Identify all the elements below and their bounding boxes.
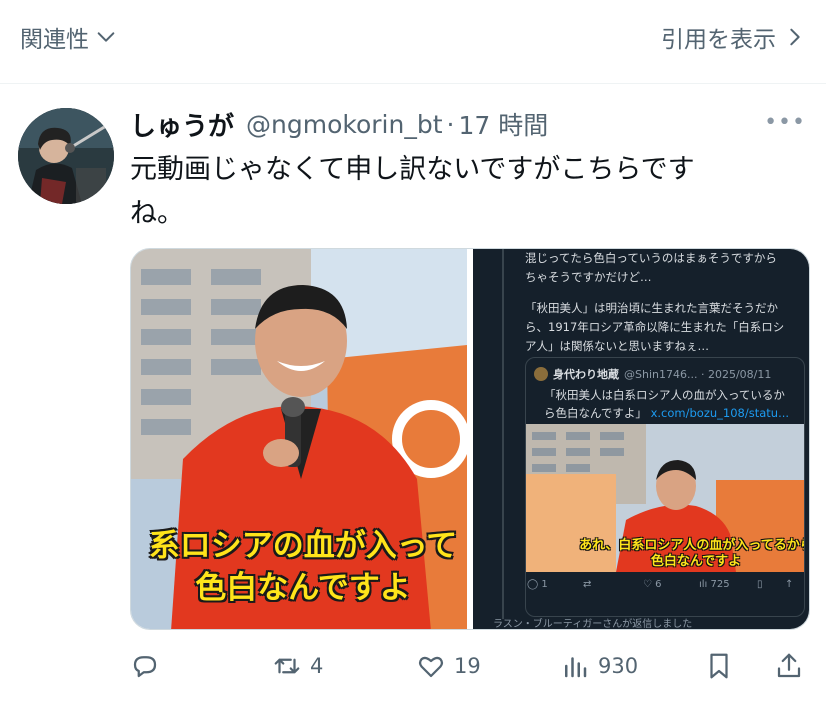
retweet-icon: [274, 658, 300, 674]
view-quotes-label: 引用を表示: [661, 27, 776, 53]
quoted-image: あれ、白系ロシア人の血が入ってるから 色白なんですよ: [526, 424, 804, 572]
screenshot-bookmark-icon: ▯: [757, 579, 763, 590]
reply-icon: [133, 656, 157, 678]
quoted-text-line: 「秋田美人は白系ロシア人の血が入っているか: [544, 388, 785, 402]
quoted-text-fragment: ら色白なんですよ」: [544, 406, 647, 420]
screenshot-retweet-icon: ⇄: [583, 579, 592, 590]
screenshot-text: 混じってたら色白っていうのはまぁそうですから ちゃそうですかだけど… 「秋田美人…: [525, 249, 805, 356]
views-icon: [565, 657, 587, 678]
screenshot-like-value: 6: [655, 579, 662, 590]
views-count: 930: [598, 654, 639, 678]
media-image-left[interactable]: 系ロシアの血が入って 色白なんですよ: [131, 249, 467, 629]
screenshot-views-count: ılı 725: [699, 579, 730, 590]
avatar[interactable]: [18, 108, 114, 204]
view-quotes-link[interactable]: 引用を表示: [661, 20, 804, 54]
quoted-tweet: 身代わり地蔵 @Shin1746... · 2025/08/11 「秋田美人は白…: [525, 357, 805, 617]
caption-line: 色白なんですよ: [195, 570, 411, 606]
screenshot-text-line: 混じってたら色白っていうのはまぁそうですから: [525, 251, 777, 265]
like-icon: [418, 656, 444, 678]
sort-label: 関連性: [20, 27, 89, 53]
quoted-link: x.com/bozu_108/statu...: [650, 406, 790, 420]
like-count: 19: [454, 654, 481, 678]
chevron-right-icon: [790, 28, 800, 46]
sort-relevance-button[interactable]: 関連性: [20, 20, 117, 54]
conversation-header: 関連性 引用を表示: [0, 0, 826, 84]
reply-button[interactable]: [130, 646, 168, 686]
more-icon[interactable]: •••: [764, 110, 806, 135]
chevron-down-icon: [97, 32, 115, 42]
user-handle[interactable]: @ngmokorin_bt: [246, 110, 442, 139]
screenshot-text-line: ア人」は関係ないと思いますねぇ…: [525, 339, 709, 353]
quoted-name: 身代わり地蔵: [553, 368, 619, 381]
quoted-text: 「秋田美人は白系ロシア人の血が入っているか ら色白なんですよ」 x.com/bo…: [544, 386, 804, 422]
bookmark-icon: [710, 653, 728, 679]
tweet-text-line: ね。: [130, 198, 184, 229]
tweet-action-bar: 4 19 930: [130, 646, 810, 686]
views-button[interactable]: 930: [560, 646, 638, 686]
screenshot-share-icon: ↑: [785, 579, 794, 590]
bookmark-button[interactable]: [704, 646, 734, 686]
caption-line: 色白なんですよ: [650, 554, 742, 569]
screenshot-text-line: ら、1917年ロシア革命以降に生まれた「白系ロシ: [525, 320, 785, 334]
quoted-avatar: [534, 367, 548, 381]
quoted-video-caption: あれ、白系ロシア人の血が入ってるから 色白なんですよ: [566, 538, 804, 570]
screenshot-reply-count: ◯ 1: [527, 579, 548, 590]
tweet-text: 元動画じゃなくて申し訳ないですがこちらです ね。: [130, 148, 790, 236]
screenshot-reply-notice: ラスン・ブルーティガーさんが返信しました: [493, 619, 693, 630]
share-button[interactable]: [774, 646, 804, 686]
screenshot-like-count: ♡ 6: [643, 579, 662, 590]
quoted-handle: @Shin1746... · 2025/08/11: [624, 367, 772, 381]
retweet-button[interactable]: 4: [272, 646, 323, 686]
media-image-right[interactable]: 混じってたら色白っていうのはまぁそうですから ちゃそうですかだけど… 「秋田美人…: [473, 249, 809, 630]
timestamp[interactable]: 17 時間: [458, 106, 548, 142]
screenshot-reply-value: 1: [541, 579, 548, 590]
separator-dot: ·: [446, 109, 455, 139]
screenshot-text-line: 「秋田美人」は明治頃に生まれた言葉だそうだか: [525, 301, 778, 315]
quoted-text-line: ら色白なんですよ」 x.com/bozu_108/statu...: [544, 404, 804, 422]
video-caption: 系ロシアの血が入って 色白なんですよ: [131, 525, 467, 609]
display-name[interactable]: しゅうが: [130, 106, 234, 143]
screenshot-text-line: ちゃそうですかだけど…: [525, 270, 652, 284]
like-button[interactable]: 19: [416, 646, 481, 686]
media-grid: 系ロシアの血が入って 色白なんですよ 混じってたら色白っていうのはまぁそうですか…: [130, 248, 810, 630]
caption-line: あれ、白系ロシア人の血が入ってるから: [579, 538, 804, 553]
tweet-header: しゅうが @ngmokorin_bt · 17 時間 •••: [130, 104, 806, 144]
caption-line: 系ロシアの血が入って: [148, 528, 458, 564]
quoted-tweet-header: 身代わり地蔵 @Shin1746... · 2025/08/11: [534, 366, 771, 382]
retweet-count: 4: [310, 654, 324, 678]
screenshot-text-line: [525, 287, 805, 299]
share-icon: [777, 653, 801, 678]
avatar-image: [18, 108, 114, 204]
screenshot-views-value: 725: [710, 579, 730, 590]
tweet-text-line: 元動画じゃなくて申し訳ないですがこちらです: [130, 154, 695, 185]
